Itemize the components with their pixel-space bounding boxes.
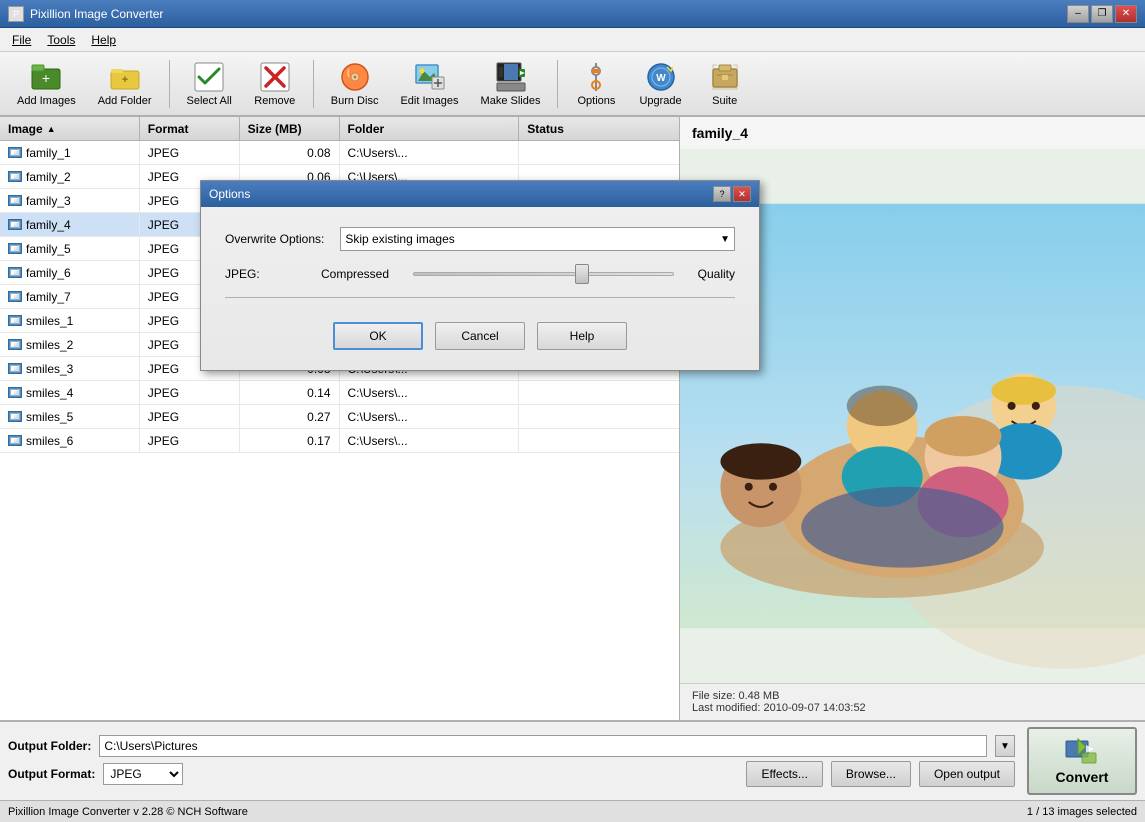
dialog-controls: ? ✕ — [713, 186, 751, 202]
ok-button[interactable]: OK — [333, 322, 423, 350]
slider-thumb[interactable] — [575, 264, 589, 284]
dialog-divider — [225, 297, 735, 298]
jpeg-label: JPEG: — [225, 267, 305, 281]
dialog-title-bar: Options ? ✕ — [201, 181, 759, 207]
app-info: Pixillion Image Converter v 2.28 © NCH S… — [8, 806, 248, 818]
options-dialog: Options ? ✕ Overwrite Options: Skip exis… — [200, 180, 760, 371]
overwrite-dropdown-arrow: ▼ — [720, 234, 730, 245]
dialog-footer: OK Cancel Help — [225, 314, 735, 350]
quality-slider[interactable] — [413, 272, 674, 276]
quality-label: Quality — [698, 267, 735, 281]
dialog-body: Overwrite Options: Skip existing images … — [201, 207, 759, 370]
help-button-footer[interactable]: Help — [537, 322, 627, 350]
dialog-close-button[interactable]: ✕ — [733, 186, 751, 202]
dialog-title: Options — [209, 187, 250, 201]
overwrite-select[interactable]: Skip existing images ▼ — [340, 227, 735, 251]
jpeg-row: JPEG: Compressed Quality — [225, 267, 735, 281]
overwrite-value: Skip existing images — [345, 232, 454, 246]
status-bar: Pixillion Image Converter v 2.28 © NCH S… — [0, 800, 1145, 822]
overwrite-label: Overwrite Options: — [225, 232, 324, 246]
dialog-overlay: Options ? ✕ Overwrite Options: Skip exis… — [0, 0, 1145, 800]
cancel-button[interactable]: Cancel — [435, 322, 525, 350]
dialog-help-button[interactable]: ? — [713, 186, 731, 202]
overwrite-row: Overwrite Options: Skip existing images … — [225, 227, 735, 251]
selection-status: 1 / 13 images selected — [1027, 806, 1137, 818]
compressed-label: Compressed — [321, 267, 389, 281]
